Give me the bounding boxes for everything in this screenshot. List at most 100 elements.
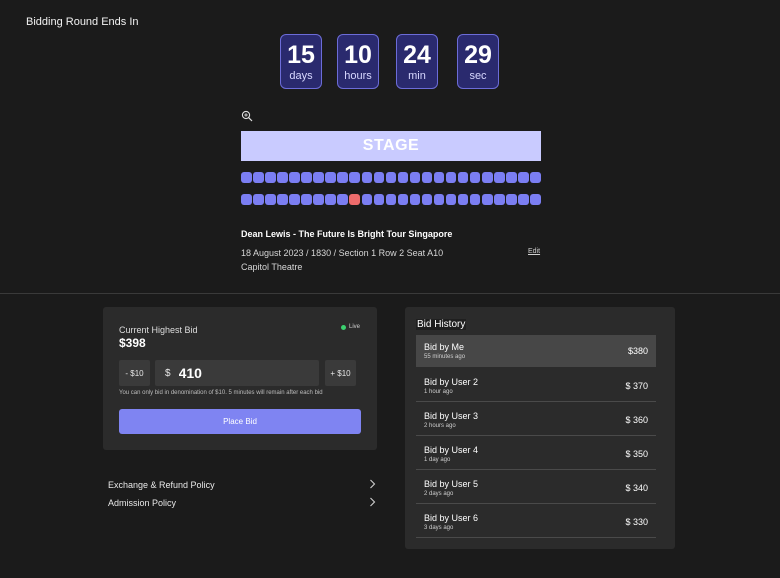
seat[interactable] — [409, 194, 421, 205]
bid-history-row: Bid by User 6 3 days ago $ 330 — [416, 506, 656, 538]
bid-history-panel: Bid History Bid by Me 55 minutes ago $38… — [405, 307, 675, 549]
live-dot-icon — [341, 324, 346, 330]
seat[interactable] — [253, 172, 264, 183]
seat[interactable] — [265, 172, 276, 183]
decrement-bid-button[interactable]: - $10 — [119, 360, 150, 386]
seat[interactable] — [385, 194, 397, 205]
seat[interactable] — [277, 194, 288, 205]
seat[interactable] — [325, 194, 336, 205]
seat[interactable] — [518, 194, 529, 205]
seat[interactable] — [445, 194, 457, 205]
countdown-hours-label: hours — [344, 70, 372, 82]
seat[interactable] — [457, 194, 469, 205]
bid-history-amount: $380 — [627, 346, 648, 356]
bid-history-amount: $ 370 — [625, 381, 648, 391]
seat[interactable] — [301, 172, 312, 183]
bid-history-name: Bid by User 6 — [424, 513, 479, 523]
seat[interactable] — [506, 194, 517, 205]
event-venue: Capitol Theatre — [241, 262, 303, 272]
seat[interactable] — [530, 172, 541, 183]
bid-panel: Current Highest Bid $398 Live - $10 $ + … — [103, 307, 377, 450]
bid-history-row: Bid by User 3 2 hours ago $ 360 — [416, 404, 656, 436]
bid-history-amount: $ 350 — [625, 449, 648, 459]
increment-bid-button[interactable]: + $10 — [325, 360, 356, 386]
seat[interactable] — [433, 194, 445, 205]
countdown-days-label: days — [289, 70, 313, 82]
stage-area: STAGE — [241, 131, 541, 161]
seat-selected[interactable] — [349, 194, 360, 205]
countdown-hours-value: 10 — [344, 41, 372, 69]
chevron-right-icon — [370, 479, 376, 489]
seat[interactable] — [289, 172, 300, 183]
seat[interactable] — [241, 172, 252, 183]
bid-history-name: Bid by User 3 — [424, 411, 479, 421]
seat[interactable] — [373, 194, 385, 205]
countdown-sec-label: sec — [469, 70, 487, 82]
countdown-sec-value: 29 — [464, 41, 492, 69]
seat[interactable] — [421, 172, 433, 183]
seat[interactable] — [494, 194, 505, 205]
bid-history-time: 1 day ago — [424, 457, 451, 463]
seat[interactable] — [506, 172, 517, 183]
place-bid-button[interactable]: Place Bid — [119, 409, 361, 434]
countdown-days-value: 15 — [287, 41, 315, 69]
event-title: Dean Lewis - The Future Is Bright Tour S… — [241, 229, 453, 239]
seat[interactable] — [457, 172, 469, 183]
seat[interactable] — [361, 194, 372, 205]
bid-history-time: 55 minutes ago — [424, 354, 466, 360]
seat[interactable] — [482, 194, 493, 205]
event-details: 18 August 2023 / 1830 / Section 1 Row 2 … — [241, 248, 444, 258]
countdown-min-value: 24 — [403, 41, 431, 69]
seat[interactable] — [277, 172, 288, 183]
seat[interactable] — [397, 172, 409, 183]
bid-amount-input[interactable] — [178, 365, 299, 381]
seat[interactable] — [530, 194, 541, 205]
currency-symbol: $ — [165, 367, 171, 379]
zoom-in-icon[interactable] — [241, 110, 253, 122]
seat[interactable] — [445, 172, 457, 183]
bid-history-time: 2 days ago — [424, 491, 454, 497]
live-label: Live — [349, 324, 361, 330]
seat[interactable] — [409, 172, 421, 183]
seat[interactable] — [482, 172, 493, 183]
bid-history-name: Bid by User 5 — [424, 479, 479, 489]
bid-history-title: Bid History — [416, 319, 467, 330]
bid-hint: You can only bid in denomination of $10.… — [119, 390, 323, 396]
section-divider — [0, 293, 780, 294]
seat[interactable] — [361, 172, 372, 183]
bid-history-amount: $ 360 — [625, 415, 648, 425]
seat[interactable] — [241, 194, 252, 205]
bid-history-name: Bid by User 4 — [424, 445, 479, 455]
seat[interactable] — [289, 194, 300, 205]
seat[interactable] — [325, 172, 336, 183]
seat[interactable] — [373, 172, 385, 183]
seat[interactable] — [433, 172, 445, 183]
exchange-refund-policy-link[interactable]: Exchange & Refund Policy — [108, 479, 376, 490]
countdown-min-label: min — [408, 70, 426, 82]
seat[interactable] — [253, 194, 264, 205]
bid-history-name: Bid by User 2 — [424, 377, 479, 387]
seat[interactable] — [494, 172, 505, 183]
chevron-right-icon — [370, 497, 376, 507]
exchange-refund-policy-label: Exchange & Refund Policy — [108, 480, 215, 490]
bid-history-amount: $ 340 — [625, 483, 648, 493]
seat[interactable] — [349, 172, 360, 183]
seat[interactable] — [313, 172, 324, 183]
seat[interactable] — [385, 172, 397, 183]
seat[interactable] — [313, 194, 324, 205]
seat[interactable] — [421, 194, 433, 205]
bid-history-row: Bid by User 4 1 day ago $ 350 — [416, 438, 656, 470]
seat[interactable] — [469, 194, 481, 205]
seat[interactable] — [337, 194, 348, 205]
seat[interactable] — [301, 194, 312, 205]
seat[interactable] — [469, 172, 481, 183]
edit-link[interactable]: Edit — [528, 248, 540, 255]
bid-history-time: 3 days ago — [424, 525, 454, 531]
bid-history-row: Bid by Me 55 minutes ago $380 — [416, 335, 656, 367]
seat[interactable] — [397, 194, 409, 205]
seat[interactable] — [337, 172, 348, 183]
admission-policy-link[interactable]: Admission Policy — [108, 497, 376, 508]
seat[interactable] — [518, 172, 529, 183]
seat[interactable] — [265, 194, 276, 205]
countdown-days: 15 days — [280, 34, 322, 89]
